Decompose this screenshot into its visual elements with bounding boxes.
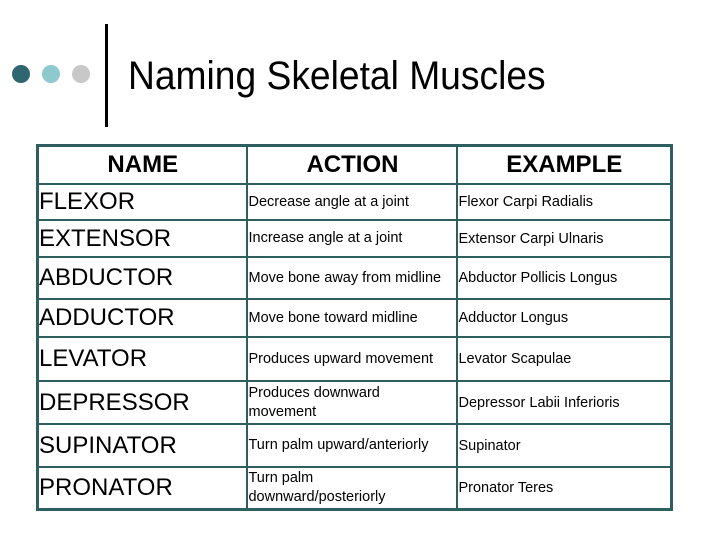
table-header-row: NAME ACTION EXAMPLE bbox=[36, 144, 673, 185]
table-row: ADDUCTOR Move bone toward midline Adductor… bbox=[36, 298, 673, 338]
cell-action: Turn palm upward/anteriorly bbox=[246, 423, 459, 468]
cell-action: Produces upward movement bbox=[246, 336, 459, 382]
cell-example: Supinator bbox=[456, 423, 673, 468]
cell-action: Move bone away from midline bbox=[246, 256, 459, 300]
cell-name: EXTENSOR bbox=[36, 219, 249, 258]
cell-example: Extensor Carpi Ulnaris bbox=[456, 219, 673, 258]
table-row: SUPINATOR Turn palm upward/anteriorly Supi… bbox=[36, 423, 673, 468]
cell-example: Pronator Teres bbox=[456, 466, 673, 510]
header-name: NAME bbox=[36, 144, 249, 185]
header-action: ACTION bbox=[246, 144, 459, 185]
muscle-naming-table: NAME ACTION EXAMPLE FLEXOR Decrease angle… bbox=[36, 144, 673, 511]
cell-action: Move bone toward midline bbox=[246, 298, 459, 338]
cell-name: ABDUCTOR bbox=[36, 256, 249, 300]
table-row: FLEXOR Decrease angle at a joint Flexor Ca… bbox=[36, 183, 673, 221]
cell-action: Produces downward movement bbox=[246, 380, 459, 425]
decorative-dot-light-teal bbox=[42, 65, 60, 83]
table-row: DEPRESSOR Produces downward movement Depre… bbox=[36, 380, 673, 425]
header-example: EXAMPLE bbox=[456, 144, 673, 185]
cell-example: Abductor Pollicis Longus bbox=[456, 256, 673, 300]
cell-name: ADDUCTOR bbox=[36, 298, 249, 338]
cell-example: Adductor Longus bbox=[456, 298, 673, 338]
cell-example: Flexor Carpi Radialis bbox=[456, 183, 673, 221]
table-row: ABDUCTOR Move bone away from midline Abduc… bbox=[36, 256, 673, 300]
decorative-dot-dark-teal bbox=[12, 65, 30, 83]
cell-action: Decrease angle at a joint bbox=[246, 183, 459, 221]
slide-title: Naming Skeletal Muscles bbox=[128, 54, 546, 98]
cell-name: LEVATOR bbox=[36, 336, 249, 382]
table-row: EXTENSOR Increase angle at a joint Extenso… bbox=[36, 219, 673, 258]
cell-name: FLEXOR bbox=[36, 183, 249, 221]
cell-example: Depressor Labii Inferioris bbox=[456, 380, 673, 425]
title-divider-line bbox=[105, 24, 108, 127]
cell-example: Levator Scapulae bbox=[456, 336, 673, 382]
cell-name: DEPRESSOR bbox=[36, 380, 249, 425]
cell-action: Increase angle at a joint bbox=[246, 219, 459, 258]
table-row: PRONATOR Turn palm downward/posteriorly Pr… bbox=[36, 466, 673, 510]
decorative-dot-gray bbox=[72, 65, 90, 83]
cell-name: PRONATOR bbox=[36, 466, 249, 510]
cell-action: Turn palm downward/posteriorly bbox=[246, 466, 459, 510]
table-row: LEVATOR Produces upward movement Levator S… bbox=[36, 336, 673, 382]
cell-name: SUPINATOR bbox=[36, 423, 249, 468]
